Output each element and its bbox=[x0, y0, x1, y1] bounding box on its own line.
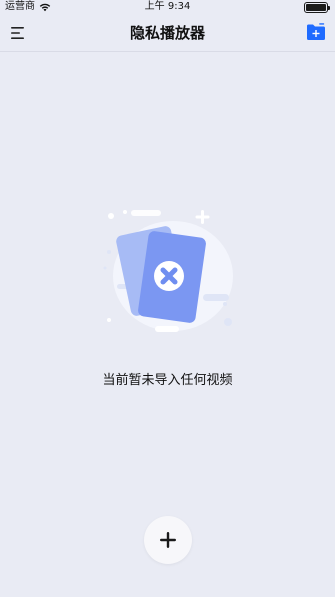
decor-dot bbox=[107, 318, 111, 322]
status-time: 上午 9:34 bbox=[144, 1, 191, 12]
decor-dot bbox=[107, 250, 111, 254]
empty-state-message: 当前暂未导入任何视频 bbox=[102, 373, 233, 388]
sparkle-icon bbox=[195, 210, 210, 224]
decor-streak bbox=[203, 294, 229, 301]
screen: 运营商 上午 9:34 隐私播放器 当前暂未导入任何视频 bbox=[0, 0, 335, 597]
plus-icon bbox=[160, 532, 176, 548]
add-video-button[interactable] bbox=[144, 516, 192, 564]
add-folder-icon[interactable] bbox=[306, 22, 326, 42]
decor-dot bbox=[103, 266, 107, 270]
decor-streak bbox=[131, 210, 161, 216]
decor-dot bbox=[223, 302, 227, 306]
empty-video-illustration bbox=[103, 210, 233, 332]
decor-streak bbox=[155, 326, 179, 332]
decor-dot bbox=[123, 210, 127, 214]
decor-dot bbox=[224, 318, 232, 326]
page-title: 隐私播放器 bbox=[129, 24, 205, 42]
battery-icon bbox=[304, 2, 330, 13]
decor-dot bbox=[108, 213, 114, 219]
nav-bar: 隐私播放器 bbox=[0, 14, 335, 52]
status-bar: 运营商 上午 9:34 bbox=[0, 0, 335, 14]
battery-fill bbox=[306, 4, 326, 11]
